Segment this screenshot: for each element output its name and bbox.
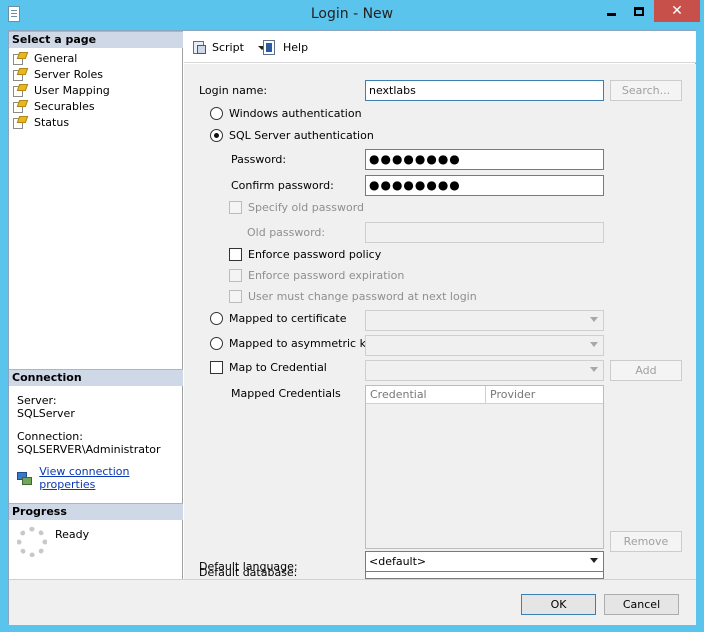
mapped-credentials-label: Mapped Credentials [231,387,341,400]
page-icon [13,99,29,113]
credential-select[interactable] [365,360,604,381]
specify-old-password-label: Specify old password [248,201,365,214]
connection-properties-icon [17,471,32,485]
page-icon [13,51,29,65]
chevron-down-icon [590,317,598,322]
select-page-header: Select a page [9,31,183,48]
ok-button[interactable]: OK [521,594,596,615]
page-item-label: Status [34,115,70,129]
mapped-to-certificate-radio[interactable] [210,312,223,325]
mapped-credentials-grid[interactable]: Credential Provider [365,385,604,549]
asymmetric-key-select[interactable] [365,335,604,356]
login-new-window: Login - New ✕ Select a page General Serv… [0,0,704,632]
enforce-password-policy-label[interactable]: Enforce password policy [248,248,381,261]
login-name-input[interactable]: nextlabs [365,80,604,101]
server-value: SQLServer [17,407,75,420]
grid-column-provider[interactable]: Provider [486,386,603,404]
sql-auth-label[interactable]: SQL Server authentication [229,129,374,142]
windows-auth-label[interactable]: Windows authentication [229,107,362,120]
old-password-input[interactable] [365,222,604,243]
page-item-label: Securables [34,99,95,113]
page-icon [13,115,29,129]
progress-header: Progress [9,503,183,520]
password-input[interactable]: ●●●●●●●● [365,149,604,170]
mapped-to-asymmetric-key-radio[interactable] [210,337,223,350]
title-bar[interactable]: Login - New ✕ [0,0,704,29]
mapped-to-asymmetric-key-label[interactable]: Mapped to asymmetric key [229,337,379,350]
enforce-password-expiration-checkbox[interactable] [229,269,242,282]
left-pane: Select a page General Server Roles User … [9,31,183,579]
minimize-button[interactable] [598,0,624,22]
password-label: Password: [231,153,287,166]
toolbar: Script Help [184,31,696,63]
search-button[interactable]: Search... [610,80,682,101]
script-icon [192,40,207,55]
view-connection-properties-link[interactable]: View connection properties [39,465,182,491]
default-language-label: Default language: [199,560,298,573]
default-language-value: <default> [369,555,427,568]
cancel-button[interactable]: Cancel [604,594,679,615]
help-icon [262,40,278,55]
must-change-password-checkbox[interactable] [229,290,242,303]
page-item-securables[interactable]: Securables [13,98,95,114]
progress-status: Ready [55,528,90,541]
dialog-footer: OK Cancel [9,579,696,625]
chevron-down-icon [590,367,598,372]
specify-old-password-checkbox[interactable] [229,201,242,214]
server-label: Server: [17,394,57,407]
chevron-down-icon [590,342,598,347]
dialog-client-area: Select a page General Server Roles User … [8,30,696,625]
script-label: Script [212,41,244,54]
login-name-label: Login name: [199,84,268,97]
maximize-icon [634,6,644,16]
help-button[interactable]: Help [262,40,308,55]
chevron-down-icon [590,558,598,563]
page-item-user-mapping[interactable]: User Mapping [13,82,110,98]
page-item-label: General [34,51,78,65]
certificate-select[interactable] [365,310,604,331]
mapped-to-certificate-label[interactable]: Mapped to certificate [229,312,347,325]
confirm-password-label: Confirm password: [231,179,334,192]
map-to-credential-checkbox[interactable] [210,361,223,374]
page-item-server-roles[interactable]: Server Roles [13,66,103,82]
add-credential-button[interactable]: Add [610,360,682,381]
windows-auth-radio[interactable] [210,107,223,120]
page-item-label: Server Roles [34,67,104,81]
page-item-general[interactable]: General [13,50,77,66]
minimize-icon [606,12,616,16]
enforce-password-policy-checkbox[interactable] [229,248,242,261]
old-password-label: Old password: [247,226,326,239]
connection-header: Connection [9,369,183,386]
general-page-form: Login name: nextlabs Search... Windows a… [184,64,696,579]
map-to-credential-label[interactable]: Map to Credential [229,361,327,374]
enforce-password-expiration-label: Enforce password expiration [248,269,405,282]
grid-column-credential[interactable]: Credential [366,386,486,404]
sql-auth-radio[interactable] [210,129,223,142]
remove-credential-button[interactable]: Remove [610,531,682,552]
close-icon: ✕ [671,3,683,19]
confirm-password-input[interactable]: ●●●●●●●● [365,175,604,196]
connection-label: Connection: [17,430,83,443]
script-button[interactable]: Script [192,40,266,55]
page-item-status[interactable]: Status [13,114,69,130]
close-button[interactable]: ✕ [654,0,700,22]
progress-spinner-icon [17,527,47,557]
help-label: Help [283,41,309,54]
page-item-label: User Mapping [34,83,110,97]
view-connection-properties[interactable]: View connection properties [17,465,182,491]
default-language-select[interactable]: <default> [365,551,604,572]
must-change-password-label: User must change password at next login [248,290,477,303]
page-icon [13,83,29,97]
connection-value: SQLSERVER\Administrator [17,443,161,456]
maximize-button[interactable] [626,0,652,22]
page-icon [13,67,29,81]
